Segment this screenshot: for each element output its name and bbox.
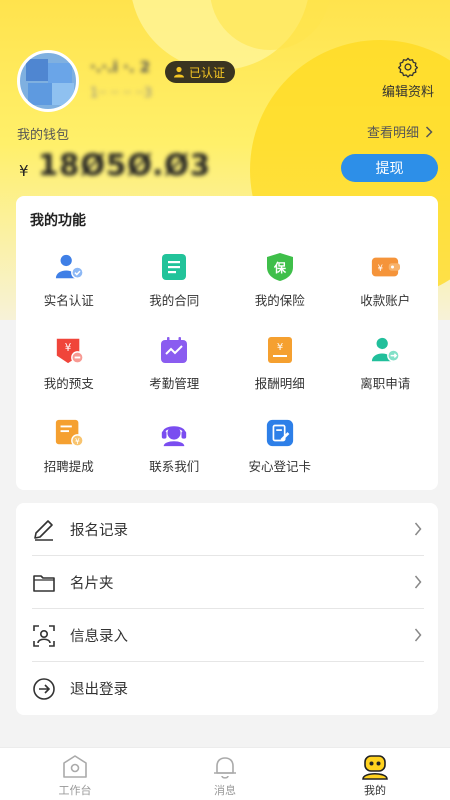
menu-item-info-entry[interactable]: 信息录入: [16, 609, 438, 662]
wallet-amount: 18Ø5Ø.Ø3: [38, 148, 212, 182]
verified-badge: 已认证: [165, 61, 236, 83]
tab-label: 工作台: [58, 784, 92, 797]
scan-face-icon: [33, 625, 55, 647]
functions-title: 我的功能: [30, 213, 86, 229]
wallet-title: 我的钱包: [17, 128, 70, 143]
function-label: 报酬明细: [254, 376, 305, 391]
function-label: 收款账户: [360, 293, 411, 308]
function-label: 我的预支: [43, 376, 94, 391]
bell-icon: [214, 757, 236, 779]
functions-grid: 实名认证 我的合同 保 我的保险 ¥ 收款账户 ¥ 我的预支 考勤管理 ¥ 报酬…: [16, 244, 438, 493]
workbench-icon: [63, 755, 87, 778]
function-contact-us[interactable]: 联系我们: [122, 410, 228, 493]
menu-item-label: 信息录入: [70, 629, 128, 645]
menu-item-signup-records[interactable]: 报名记录: [16, 503, 438, 556]
function-resign[interactable]: 离职申请: [333, 327, 439, 410]
menu-item-label: 报名记录: [70, 523, 128, 539]
customer-service-icon: [159, 418, 189, 448]
function-attendance[interactable]: 考勤管理: [122, 327, 228, 410]
user-phone: 1·· ·· ·· ··3: [90, 86, 152, 101]
function-label: 联系我们: [149, 459, 200, 474]
functions-card: 我的功能 实名认证 我的合同 保 我的保险 ¥ 收款账户 ¥ 我的预支 考勤管理…: [16, 196, 438, 490]
avatar[interactable]: [17, 50, 79, 112]
menu-card: 报名记录 名片夹 信息录入 退出登录: [16, 503, 438, 715]
chevron-right-icon: [414, 628, 422, 642]
bottom-tab-bar: 工作台 消息 我的: [0, 747, 450, 800]
profile-robot-icon: [362, 755, 388, 780]
view-details-link[interactable]: 查看明细: [367, 122, 433, 141]
advance-icon: ¥: [54, 335, 84, 365]
function-label: 招聘提成: [43, 459, 94, 474]
chevron-right-icon: [414, 522, 422, 536]
function-label: 我的合同: [149, 293, 200, 308]
tab-label: 消息: [214, 784, 236, 797]
menu-item-logout[interactable]: 退出登录: [16, 662, 438, 715]
function-id-verify[interactable]: 实名认证: [16, 244, 122, 327]
svg-text:¥: ¥: [65, 342, 72, 354]
edit-profile-label: 编辑资料: [381, 85, 434, 100]
function-recruit-commission[interactable]: ¥ 招聘提成: [16, 410, 122, 493]
verified-badge-label: 已认证: [189, 65, 226, 80]
function-label: 安心登记卡: [248, 459, 311, 474]
function-payment-account[interactable]: ¥ 收款账户: [333, 244, 439, 327]
function-label: 考勤管理: [149, 376, 200, 391]
menu-item-card-folder[interactable]: 名片夹: [16, 556, 438, 609]
register-card-icon: [265, 418, 295, 448]
function-insurance[interactable]: 保 我的保险: [227, 244, 333, 327]
function-label: 离职申请: [360, 376, 411, 391]
function-salary-detail[interactable]: ¥ 报酬明细: [227, 327, 333, 410]
function-label: 实名认证: [43, 293, 94, 308]
function-contract[interactable]: 我的合同: [122, 244, 228, 327]
recruit-commission-icon: ¥: [54, 418, 84, 448]
user-icon: [174, 66, 184, 78]
tab-workbench[interactable]: 工作台: [0, 748, 150, 800]
attendance-icon: [159, 335, 189, 365]
insurance-icon: 保: [265, 252, 295, 282]
view-details-label: 查看明细: [366, 126, 419, 141]
edit-profile-button[interactable]: 编辑资料: [372, 56, 444, 100]
currency-symbol: ¥: [19, 162, 29, 180]
id-verify-icon: [54, 252, 84, 282]
wallet-account-icon: ¥: [370, 252, 401, 282]
function-label: 我的保险: [254, 293, 305, 308]
gear-icon: [398, 57, 418, 78]
svg-text:保: 保: [273, 260, 287, 275]
withdraw-button[interactable]: 提现: [341, 154, 438, 182]
function-advance[interactable]: ¥ 我的预支: [16, 327, 122, 410]
chevron-right-icon: [425, 125, 433, 138]
chevron-right-icon: [414, 575, 422, 589]
logout-icon: [33, 678, 55, 700]
salary-detail-icon: ¥: [265, 335, 295, 365]
tab-mine[interactable]: 我的: [300, 748, 450, 800]
svg-text:¥: ¥: [378, 263, 384, 273]
svg-text:¥: ¥: [277, 342, 283, 353]
svg-text:¥: ¥: [75, 437, 80, 446]
tab-messages[interactable]: 消息: [150, 748, 300, 800]
tab-label: 我的: [364, 784, 386, 797]
function-register-card[interactable]: 安心登记卡: [227, 410, 333, 493]
pen-icon: [34, 520, 53, 541]
resign-icon: [370, 335, 401, 365]
contract-icon: [159, 252, 189, 282]
user-name: ·.·.i ·. 2: [90, 58, 151, 76]
folder-icon: [33, 575, 55, 592]
menu-item-label: 退出登录: [70, 682, 128, 698]
menu-item-label: 名片夹: [70, 576, 114, 592]
